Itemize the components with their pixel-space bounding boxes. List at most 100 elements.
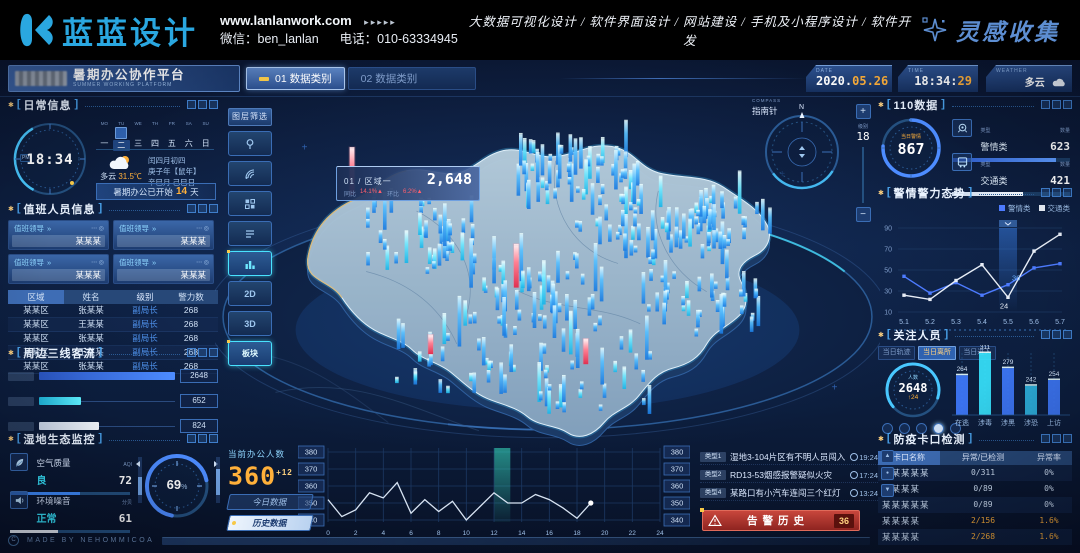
logo-text: 蓝蓝设计 [62, 8, 198, 53]
panel-duty-personnel: ✱[值班人员信息] 值班领导»⋯ ◎某某某 值班领导»⋯ ◎某某某 值班领导»⋯… [8, 201, 218, 343]
alert-row[interactable]: 类型4某路口有小汽车连闯三个红灯13:24 [700, 486, 878, 501]
weekday[interactable]: WE三 [130, 121, 147, 151]
office-count-value: 360+12 [228, 460, 314, 489]
window-controls[interactable] [187, 434, 218, 443]
alert-history-count: 36 [834, 514, 854, 528]
weekday-active[interactable]: TU二 [113, 121, 130, 151]
site-url[interactable]: www.lanlanwork.com [220, 13, 352, 28]
weekday[interactable]: FR五 [163, 121, 180, 151]
window-controls[interactable] [187, 204, 218, 213]
weather-widget: WEATHER 多云 [986, 65, 1072, 92]
duty-card[interactable]: 值班领导»⋯ ◎某某某 [113, 220, 214, 250]
trend-legend: 警情类交通类 [999, 203, 1070, 214]
maximize-icon [1052, 188, 1061, 197]
flow-label-redacted [8, 422, 34, 431]
weekday[interactable]: MO一 [96, 121, 113, 151]
svg-text:254: 254 [1049, 371, 1060, 378]
today-data-button[interactable]: 今日数据 [226, 494, 313, 510]
tab-data-category-1[interactable]: 01 数据类别 [246, 67, 345, 90]
window-controls[interactable] [1041, 434, 1072, 443]
scroll-down-button[interactable]: ▼ [881, 484, 894, 497]
weekday[interactable]: SU日 [197, 121, 214, 151]
svg-text:279: 279 [1003, 359, 1014, 366]
minimize-icon [1041, 434, 1050, 443]
tab-data-category-2[interactable]: 02 数据类别 [348, 67, 476, 90]
zoom-in-button[interactable]: + [856, 104, 871, 119]
history-data-button[interactable]: 历史数据 [226, 515, 313, 531]
clock-icon [850, 489, 858, 497]
gauge-arrow-left[interactable] [136, 461, 140, 467]
weekday[interactable]: SA六 [180, 121, 197, 151]
noise-status: 正常 [36, 514, 56, 525]
layer-button-cluster[interactable] [228, 191, 272, 216]
layer-button-2d[interactable]: 2D [228, 281, 272, 306]
layer-button-location[interactable] [228, 131, 272, 156]
window-controls[interactable] [1041, 188, 1072, 197]
window-controls[interactable] [1041, 100, 1072, 109]
checkpoint-row[interactable]: 某某某某某0/890% [878, 497, 1072, 513]
checkpoint-row[interactable]: 某某某某0/890% [878, 481, 1072, 497]
table-row[interactable]: 某某区王某某副局长268 [8, 318, 218, 332]
alert-type-tag: 类型1 [700, 452, 726, 462]
layer-button-bar-chart[interactable] [228, 251, 272, 276]
expand-icon [209, 348, 218, 357]
duty-card[interactable]: 值班领导»⋯ ◎某某某 [8, 254, 109, 284]
legend-item[interactable]: 警情类 [999, 203, 1031, 214]
noise-meter [10, 530, 130, 533]
compass: COMPASS 指南针 N [750, 98, 850, 198]
arrows-decoration: ▸▸▸▸▸ [364, 17, 397, 27]
svg-text:70: 70 [884, 247, 892, 254]
legend-item[interactable]: 交通类 [1039, 203, 1071, 214]
zoom-out-button[interactable]: − [856, 207, 871, 222]
svg-text:380: 380 [671, 448, 684, 457]
svg-text:20: 20 [601, 530, 609, 537]
layer-button-blocks[interactable]: 板块 [228, 341, 272, 366]
inspiration-collect[interactable]: 灵感收集 [922, 13, 1060, 47]
window-controls[interactable] [187, 348, 218, 357]
weekday[interactable]: TH四 [147, 121, 164, 151]
tab-daily-track[interactable]: 当日轨迹 [878, 346, 915, 360]
logo[interactable]: 蓝蓝设计 [16, 8, 198, 53]
duty-card[interactable]: 值班领导»⋯ ◎某某某 [8, 220, 109, 250]
panel-eco-monitor: ✱[湿地生态监控] 空气质量良 AQI72 环境噪音正常 分贝61 [8, 431, 218, 531]
office-history-chart: 3803803703703603603503503403400246810121… [298, 438, 690, 542]
checkpoint-row[interactable]: 某某某某某0/3110% [878, 465, 1072, 481]
logo-icon [16, 10, 56, 50]
tooltip-region: 01 / 区域一 [344, 176, 392, 187]
svg-text:360: 360 [671, 482, 684, 491]
svg-text:6: 6 [409, 530, 413, 537]
zoom-level-value: 18 [854, 130, 872, 143]
alert-row[interactable]: 类型1湿地3-104片区有不明人员闯入19:24 [700, 450, 878, 465]
clock-icon [850, 453, 858, 461]
alert-row[interactable]: 类型2RD13-53烟感报警疑似火灾17:24 [700, 468, 878, 483]
stat-count: 623 [1050, 140, 1070, 153]
svg-text:5.5: 5.5 [1003, 319, 1013, 326]
layer-button-list[interactable] [228, 221, 272, 246]
table-row[interactable]: 某某区张某某副局长268 [8, 304, 218, 318]
alert-time: 17:24 [850, 471, 878, 480]
panel-police-trend: ✱[警情警力态势] 警情类交通类 907050301036245.15.25.3… [878, 185, 1072, 325]
header-contact: www.lanlanwork.com ▸▸▸▸▸ 微信：ben_lanlan 电… [220, 12, 458, 48]
summer-notice-bar: 暑期办公已开始14天 [96, 183, 216, 200]
window-controls[interactable] [1041, 330, 1072, 339]
svg-text:在逃: 在逃 [955, 418, 969, 427]
expand-icon [1063, 434, 1072, 443]
checkpoint-row-warning[interactable]: 某某某某2/2681.6% [878, 529, 1072, 545]
window-controls[interactable] [187, 100, 218, 109]
yoy-value: 14.1%▲ [360, 189, 383, 198]
layer-button-signal[interactable] [228, 161, 272, 186]
duty-card[interactable]: 值班领导»⋯ ◎某某某 [113, 254, 214, 284]
alert-time: 19:24 [850, 453, 878, 462]
zoom-slider-track[interactable] [862, 147, 864, 203]
scroll-dot-button[interactable]: ● [881, 467, 894, 480]
layer-button-3d[interactable]: 3D [228, 311, 272, 336]
checkpoint-row-warning[interactable]: 某某某某2/1561.6% [878, 513, 1072, 529]
noise-group: 环境噪音正常 分贝61 [10, 491, 132, 533]
panel-checkpoint: ✱[防疫卡口检测] 卡口名称异常/已检测异常率 某某某某某0/3110% 某某某… [878, 431, 1072, 553]
svg-text:90: 90 [884, 226, 892, 233]
expand-icon [209, 434, 218, 443]
expand-icon [209, 100, 218, 109]
svg-text:5.2: 5.2 [925, 319, 935, 326]
scroll-up-button[interactable]: ▲ [881, 450, 894, 463]
alert-history-banner[interactable]: 告警历史 36 [702, 510, 860, 531]
